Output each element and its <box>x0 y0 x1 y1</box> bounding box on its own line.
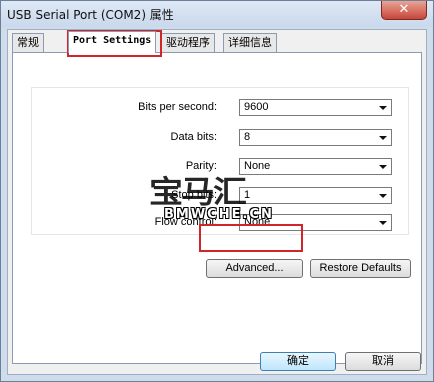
ok-button[interactable]: 确定 <box>260 352 336 371</box>
restore-defaults-button[interactable]: Restore Defaults <box>310 259 411 278</box>
data-bits-select[interactable]: 8 <box>239 129 392 146</box>
dialog-client-area: 常规 Port Settings 驱动程序 详细信息 Bits per seco… <box>7 29 427 375</box>
parity-value: None <box>244 160 271 172</box>
properties-dialog: USB Serial Port (COM2) 属性 ✕ 常规 Port Sett… <box>0 0 434 382</box>
bits-per-second-select[interactable]: 9600 <box>239 99 392 116</box>
data-bits-value: 8 <box>244 131 251 143</box>
tab-driver[interactable]: 驱动程序 <box>161 33 215 52</box>
chevron-down-icon <box>379 106 387 110</box>
stop-bits-select[interactable]: 1 <box>239 187 392 204</box>
parity-label: Parity: <box>185 160 217 172</box>
advanced-button[interactable]: Advanced... <box>206 259 303 278</box>
chevron-down-icon <box>379 136 387 140</box>
tab-general[interactable]: 常规 <box>12 33 44 52</box>
data-bits-label: Data bits: <box>170 131 217 143</box>
tab-details[interactable]: 详细信息 <box>223 33 277 52</box>
bits-per-second-label: Bits per second: <box>138 101 217 113</box>
cancel-button[interactable]: 取消 <box>345 352 421 371</box>
bits-per-second-value: 9600 <box>244 101 269 113</box>
close-icon: ✕ <box>398 2 410 17</box>
window-title: USB Serial Port (COM2) 属性 <box>7 8 174 22</box>
watermark-text: BMWCHE.CN <box>164 207 274 222</box>
chevron-down-icon <box>379 221 387 225</box>
parity-select[interactable]: None <box>239 158 392 175</box>
tab-port-settings[interactable]: Port Settings <box>68 31 157 53</box>
chevron-down-icon <box>379 194 387 198</box>
stop-bits-value: 1 <box>244 189 251 201</box>
close-button[interactable]: ✕ <box>381 1 427 20</box>
title-bar[interactable]: USB Serial Port (COM2) 属性 ✕ <box>1 1 433 27</box>
stop-bits-label: Stop bits: <box>171 189 217 201</box>
chevron-down-icon <box>379 165 387 169</box>
